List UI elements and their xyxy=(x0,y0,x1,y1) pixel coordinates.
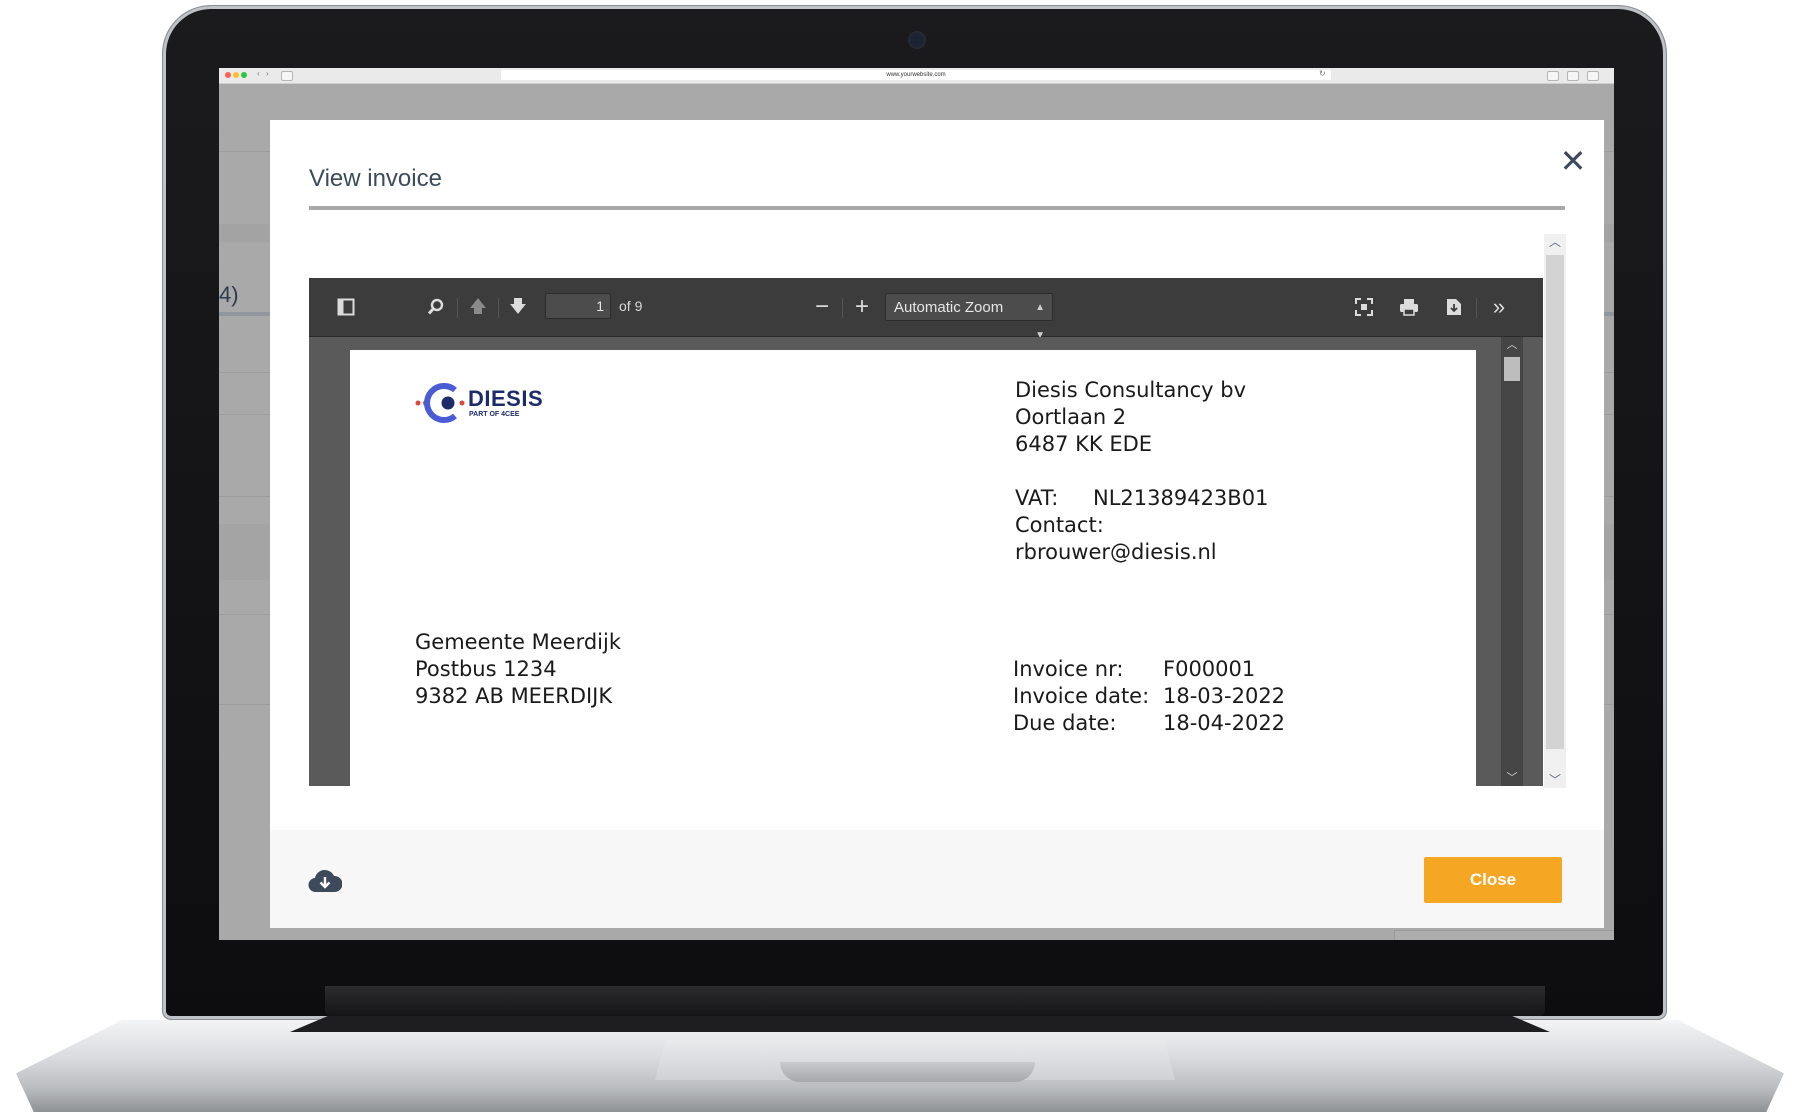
recipient-street: Postbus 1234 xyxy=(415,657,557,681)
vat-label: VAT: xyxy=(1015,486,1059,510)
sender-street: Oortlaan 2 xyxy=(1015,405,1127,429)
pdf-document-area[interactable]: DIESIS PART OF 4CEE Diesis Consultancy b… xyxy=(309,337,1543,786)
fullscreen-icon[interactable] xyxy=(1349,295,1379,319)
sidebar-toggle-icon[interactable] xyxy=(281,71,293,81)
previous-page-icon[interactable]: 🡅 xyxy=(465,295,491,319)
tools-chevron-icon[interactable]: » xyxy=(1484,295,1514,319)
zoom-in-icon[interactable]: + xyxy=(849,295,875,319)
due-date-label: Due date: xyxy=(1013,711,1117,735)
zoom-select[interactable]: Automatic Zoom ▲ ▼ xyxy=(885,293,1053,341)
sidebar-toggle-icon[interactable] xyxy=(331,295,361,319)
background-panel xyxy=(1394,930,1614,940)
contact-label: Contact: xyxy=(1015,513,1104,537)
title-divider xyxy=(309,206,1565,210)
cloud-download-icon[interactable] xyxy=(308,868,343,894)
zoom-select-value: Automatic Zoom xyxy=(894,299,1004,316)
view-invoice-modal: View invoice ✕ 🡅 🡇 of 9 xyxy=(270,120,1604,928)
search-icon[interactable] xyxy=(421,295,451,319)
next-page-icon[interactable]: 🡇 xyxy=(505,295,531,319)
window-zoom-dot[interactable] xyxy=(241,72,247,78)
scroll-up-icon[interactable]: ︿ xyxy=(1544,234,1566,250)
page-count-label: of 9 xyxy=(619,298,643,314)
modal-footer: Close xyxy=(270,830,1604,928)
tabs-icon[interactable] xyxy=(1567,71,1579,81)
recipient-city: 9382 AB MEERDIJK xyxy=(415,684,613,708)
recipient-name: Gemeente Meerdijk xyxy=(415,630,622,654)
background-heading-fragment: 4) xyxy=(219,282,239,307)
zoom-out-icon[interactable]: − xyxy=(809,295,835,319)
sender-city: 6487 KK EDE xyxy=(1015,432,1153,456)
pdf-scroll-thumb[interactable] xyxy=(1504,357,1520,381)
address-bar[interactable]: www.yourwebsite.com xyxy=(501,70,1331,80)
close-button[interactable]: Close xyxy=(1424,857,1562,903)
keyboard-edge xyxy=(290,1016,1550,1032)
sender-name: Diesis Consultancy bv xyxy=(1015,378,1247,402)
background-app: 4) View invoice ✕ 🡅 🡇 1 of 9 − + Automat… xyxy=(219,84,1614,940)
invoice-date-label: Invoice date: xyxy=(1013,684,1150,708)
modal-scrollbar[interactable]: ︿ ﹀ xyxy=(1544,234,1566,788)
pdf-toolbar: 🡅 🡇 of 9 − + Automatic Zoom ▲▼ xyxy=(309,278,1543,341)
laptop-hinge xyxy=(325,986,1545,1016)
pdf-scroll-down-icon[interactable]: ﹀ xyxy=(1501,770,1523,786)
pdf-scroll-up-icon[interactable]: ︿ xyxy=(1501,337,1523,353)
due-date-value: 18-04-2022 xyxy=(1163,711,1286,735)
invoice-nr-label: Invoice nr: xyxy=(1013,657,1124,681)
window-minimize-dot[interactable] xyxy=(233,72,239,78)
invoice-date-value: 18-03-2022 xyxy=(1163,684,1286,708)
print-icon[interactable] xyxy=(1394,295,1424,319)
logo-wordmark: DIESIS xyxy=(468,386,544,411)
extension-icon[interactable] xyxy=(1587,71,1599,81)
reload-icon[interactable]: ↻ xyxy=(1319,69,1326,78)
share-icon[interactable] xyxy=(1547,71,1559,81)
pdf-page: DIESIS PART OF 4CEE Diesis Consultancy b… xyxy=(350,350,1476,786)
logo-tagline: PART OF 4CEE xyxy=(469,411,520,418)
pdf-viewer: 🡅 🡇 of 9 − + Automatic Zoom ▲▼ xyxy=(309,278,1543,786)
pdf-scrollbar[interactable]: ︿ ﹀ xyxy=(1501,337,1523,786)
back-icon[interactable]: ‹ xyxy=(257,69,260,78)
diesis-logo: DIESIS PART OF 4CEE xyxy=(414,378,554,430)
window-close-dot[interactable] xyxy=(225,72,231,78)
laptop-notch xyxy=(780,1062,1035,1082)
vat-value: NL21389423B01 xyxy=(1093,486,1269,510)
page-number-input[interactable] xyxy=(545,293,611,319)
diesis-logo-mark xyxy=(415,383,465,423)
webcam xyxy=(910,33,924,47)
forward-icon[interactable]: › xyxy=(266,69,269,78)
modal-scroll-thumb[interactable] xyxy=(1546,255,1564,749)
browser-toolbar: ‹ › www.yourwebsite.com ↻ xyxy=(219,68,1614,84)
modal-title: View invoice xyxy=(309,165,442,192)
invoice-nr-value: F000001 xyxy=(1163,657,1256,681)
close-icon[interactable]: ✕ xyxy=(1558,145,1588,177)
download-icon[interactable] xyxy=(1439,295,1469,319)
screen: ‹ › www.yourwebsite.com ↻ 4) View invoic… xyxy=(219,68,1614,940)
scroll-down-icon[interactable]: ﹀ xyxy=(1544,772,1566,788)
contact-email: rbrouwer@diesis.nl xyxy=(1015,540,1217,564)
